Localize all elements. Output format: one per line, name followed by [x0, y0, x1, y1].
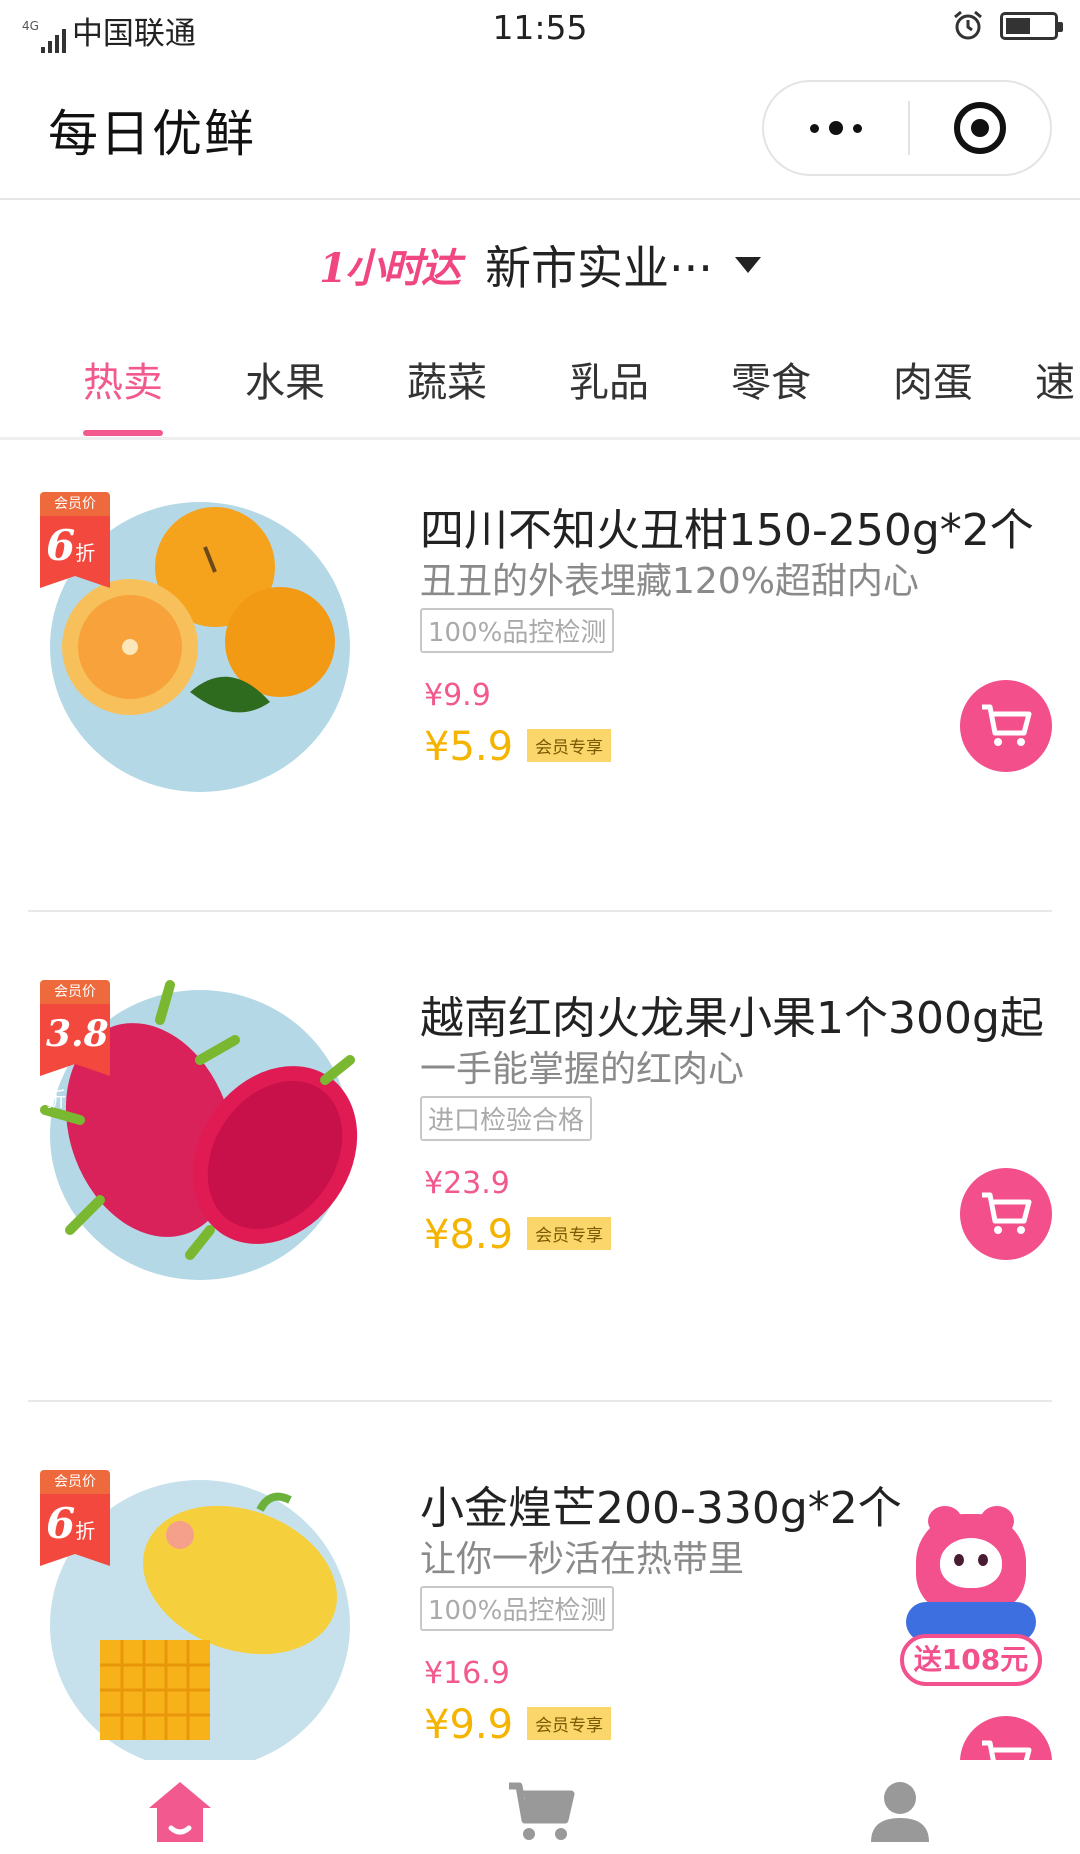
product-card[interactable]: 会员价 6折 四川不知火丑柑150-250g*2个 丑丑的外表埋藏120%超甜内…: [0, 452, 1080, 940]
active-tab-indicator: [83, 430, 163, 436]
tab-home[interactable]: [140, 1778, 220, 1848]
promo-label: 送108元: [900, 1634, 1042, 1686]
quality-tag: 100%品控检测: [420, 1586, 615, 1631]
more-dot-icon: [810, 123, 819, 133]
member-only-tag: 会员专享: [527, 1706, 612, 1740]
add-to-cart-button[interactable]: [960, 1716, 1052, 1760]
tab-profile[interactable]: [860, 1778, 940, 1848]
original-price: ¥9.9: [424, 678, 491, 713]
product-subtitle: 丑丑的外表埋藏120%超甜内心: [420, 561, 919, 602]
product-subtitle: 一手能掌握的红肉心: [420, 1049, 745, 1090]
more-dot-icon: [853, 123, 862, 133]
delivery-selector[interactable]: 1小时达 新市实业···: [0, 200, 1080, 330]
home-icon: [149, 1782, 211, 1842]
category-tabs: 热卖 水果 蔬菜 乳品 零食 肉蛋 速: [0, 330, 1080, 440]
original-price: ¥23.9: [424, 1166, 510, 1201]
status-time: 11:55: [492, 8, 588, 47]
tab-more[interactable]: 速: [1035, 350, 1080, 440]
product-image: 会员价 6折: [40, 1470, 370, 1760]
alarm-icon: [954, 10, 982, 40]
more-button[interactable]: [764, 82, 908, 174]
delivery-address: 新市实业···: [484, 241, 713, 295]
more-dot-icon: [829, 121, 843, 135]
product-card[interactable]: 会员价 3.8折 越南红肉火龙果小果1个300g起 一手能掌握的红肉心 进口检验…: [0, 940, 1080, 1428]
original-price: ¥16.9: [424, 1656, 510, 1691]
quality-tag: 100%品控检测: [420, 608, 615, 653]
status-bar: 4G 中国联通 11:55: [0, 0, 1080, 58]
tab-snacks[interactable]: 零食: [711, 350, 831, 440]
divider: [28, 910, 1052, 912]
product-subtitle: 让你一秒活在热带里: [420, 1539, 745, 1580]
cart-icon: [982, 1740, 1032, 1760]
close-mini-program-button[interactable]: [910, 82, 1050, 174]
tab-fruit[interactable]: 水果: [225, 350, 345, 440]
product-title: 越南红肉火龙果小果1个300g起: [420, 993, 1044, 1044]
tab-hot[interactable]: 热卖: [63, 350, 183, 440]
tab-meat-eggs[interactable]: 肉蛋: [873, 350, 993, 440]
product-image: 会员价 6折: [40, 492, 370, 802]
cart-icon: [982, 1192, 1032, 1234]
bottom-tab-bar: [0, 1760, 1080, 1854]
member-only-tag: 会员专享: [527, 728, 612, 762]
dropdown-triangle-icon: [734, 257, 761, 273]
battery-icon: [1000, 12, 1063, 40]
tab-cart[interactable]: [500, 1778, 580, 1848]
mini-program-capsule: [762, 80, 1052, 176]
delivery-badge: 1小时达: [319, 245, 461, 292]
discount-badge: 会员价 6折: [40, 492, 110, 588]
target-icon: [954, 102, 1006, 154]
page-title: 每日优鲜: [48, 105, 256, 163]
discount-badge: 会员价 6折: [40, 1470, 110, 1566]
cart-icon: [982, 704, 1032, 746]
member-price: ¥5.9 会员专享: [424, 724, 612, 770]
nav-bar: 每日优鲜: [0, 58, 1080, 200]
product-title: 小金煌芒200-330g*2个: [420, 1483, 902, 1534]
member-price: ¥8.9 会员专享: [424, 1212, 612, 1258]
discount-badge: 会员价 3.8折: [40, 980, 110, 1111]
member-only-tag: 会员专享: [527, 1216, 612, 1250]
tab-dairy[interactable]: 乳品: [549, 350, 669, 440]
cart-icon: [509, 1782, 575, 1840]
member-price: ¥9.9 会员专享: [424, 1702, 612, 1748]
add-to-cart-button[interactable]: [960, 1168, 1052, 1260]
promo-mascot-button[interactable]: 送108元: [898, 1506, 1044, 1688]
tab-vegetables[interactable]: 蔬菜: [387, 350, 507, 440]
status-right: [952, 10, 1063, 42]
product-title: 四川不知火丑柑150-250g*2个: [420, 505, 1034, 556]
bear-mascot-icon: [916, 1506, 1026, 1614]
product-image: 会员价 3.8折: [40, 980, 370, 1290]
user-icon: [871, 1782, 929, 1842]
quality-tag: 进口检验合格: [420, 1096, 593, 1141]
divider: [28, 1400, 1052, 1402]
add-to-cart-button[interactable]: [960, 680, 1052, 772]
